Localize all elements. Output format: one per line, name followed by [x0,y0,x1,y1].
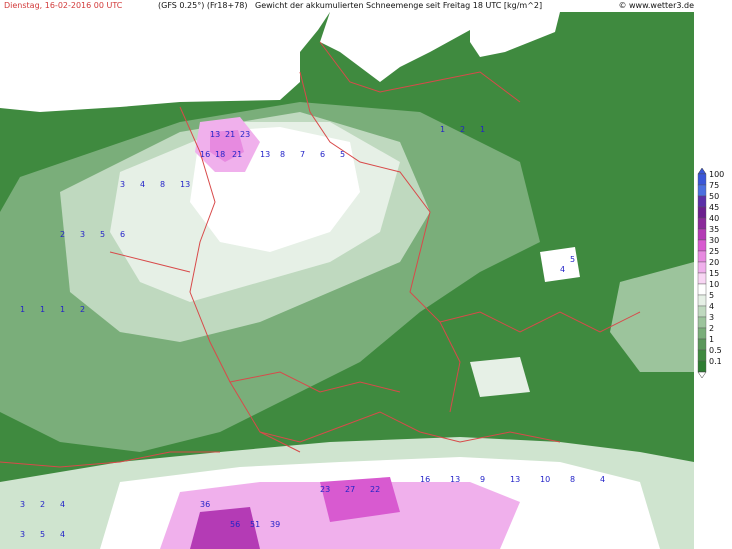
legend-swatch [697,261,707,274]
value-label: 36 [200,500,210,509]
value-label: 2 [60,230,65,239]
legend-label: 40 [709,214,719,223]
legend-label: 2 [709,324,714,333]
value-label: 1 [440,125,445,134]
value-label: 9 [480,475,485,484]
value-label: 1 [480,125,485,134]
legend-label: 30 [709,236,719,245]
legend-swatch [697,294,707,307]
value-label: 23 [320,485,330,494]
legend-label: 10 [709,280,719,289]
value-label: 4 [560,265,565,274]
legend-swatch [697,283,707,296]
value-label: 4 [60,500,65,509]
value-label: 13 [210,130,220,139]
value-label: 3 [20,500,25,509]
map-title: Gewicht der akkumulierten Schneemenge se… [255,1,543,10]
legend-label: 0.5 [709,346,722,355]
north-sea [0,12,330,112]
legend-swatch [697,217,707,230]
copyright-link[interactable]: © www.wetter3.de [618,0,694,11]
value-label: 4 [600,475,605,484]
value-label: 3 [80,230,85,239]
model-info: (GFS 0.25°) (Fr18+78) [158,1,248,10]
value-label: 7 [300,150,305,159]
value-label: 8 [570,475,575,484]
value-label: 13 [180,180,190,189]
value-label: 3 [20,530,25,539]
legend-label: 4 [709,302,714,311]
value-label: 3 [120,180,125,189]
value-label: 2 [460,125,465,134]
value-label: 1 [40,305,45,314]
legend-swatch [697,206,707,219]
legend-swatch [697,272,707,285]
legend-label: 0.1 [709,357,722,366]
legend-swatch [697,338,707,351]
value-label: 4 [60,530,65,539]
legend-swatch [697,327,707,340]
legend-swatch [697,316,707,329]
legend-swatch [697,228,707,241]
value-label: 6 [120,230,125,239]
value-label: 2 [40,500,45,509]
value-label: 23 [240,130,250,139]
value-label: 21 [232,150,242,159]
legend-swatch [697,173,707,186]
snow-patch-mid [470,357,530,397]
value-label: 8 [160,180,165,189]
value-label: 56 [230,520,240,529]
value-label: 51 [250,520,260,529]
legend-label: 1 [709,335,714,344]
legend-swatch [697,184,707,197]
value-label: 27 [345,485,355,494]
legend-swatch [697,305,707,318]
value-label: 16 [200,150,210,159]
value-label: 13 [260,150,270,159]
value-label: 5 [570,255,575,264]
value-label: 2 [80,305,85,314]
value-label: 4 [140,180,145,189]
legend-svg: 100 75 50 45 40 35 30 25 20 15 10 5 4 3 2 1 0.5 0.1 [697,167,724,379]
legend-swatch [697,360,707,373]
forecast-date: Dienstag, 16-02-2016 00 UTC [4,1,123,10]
value-label: 18 [215,150,225,159]
legend-label: 20 [709,258,719,267]
legend-label: 25 [709,247,719,256]
map-header: Dienstag, 16-02-2016 00 UTC (GFS 0.25°) … [0,0,732,12]
value-label: 21 [225,130,235,139]
legend-label: 50 [709,192,719,201]
legend-label: 15 [709,269,719,278]
value-label: 22 [370,485,380,494]
legend-swatch [697,349,707,362]
value-label: 10 [540,475,550,484]
legend-label: 5 [709,291,714,300]
legend-label: 45 [709,203,719,212]
snow-map: 13 21 23 16 18 21 13 8 7 6 5 3 4 8 13 2 … [0,12,694,549]
value-label: 5 [100,230,105,239]
value-label: 1 [60,305,65,314]
value-label: 13 [450,475,460,484]
legend-swatch [697,195,707,208]
legend-bottom-arrow [697,371,707,379]
legend-top-arrow [697,167,707,175]
color-legend: 100 75 50 45 40 35 30 25 20 15 10 5 4 3 2 1 0.5 0.1 [696,167,732,380]
legend-label: 100 [709,170,724,179]
legend-swatch [697,239,707,252]
map-canvas: 13 21 23 16 18 21 13 8 7 6 5 3 4 8 13 2 … [0,12,694,549]
legend-swatch [697,250,707,263]
value-label: 1 [20,305,25,314]
legend-label: 3 [709,313,714,322]
value-label: 39 [270,520,280,529]
value-label: 16 [420,475,430,484]
legend-label: 35 [709,225,719,234]
value-label: 6 [320,150,325,159]
value-label: 5 [40,530,45,539]
value-label: 8 [280,150,285,159]
legend-label: 75 [709,181,719,190]
value-label: 5 [340,150,345,159]
value-label: 13 [510,475,520,484]
